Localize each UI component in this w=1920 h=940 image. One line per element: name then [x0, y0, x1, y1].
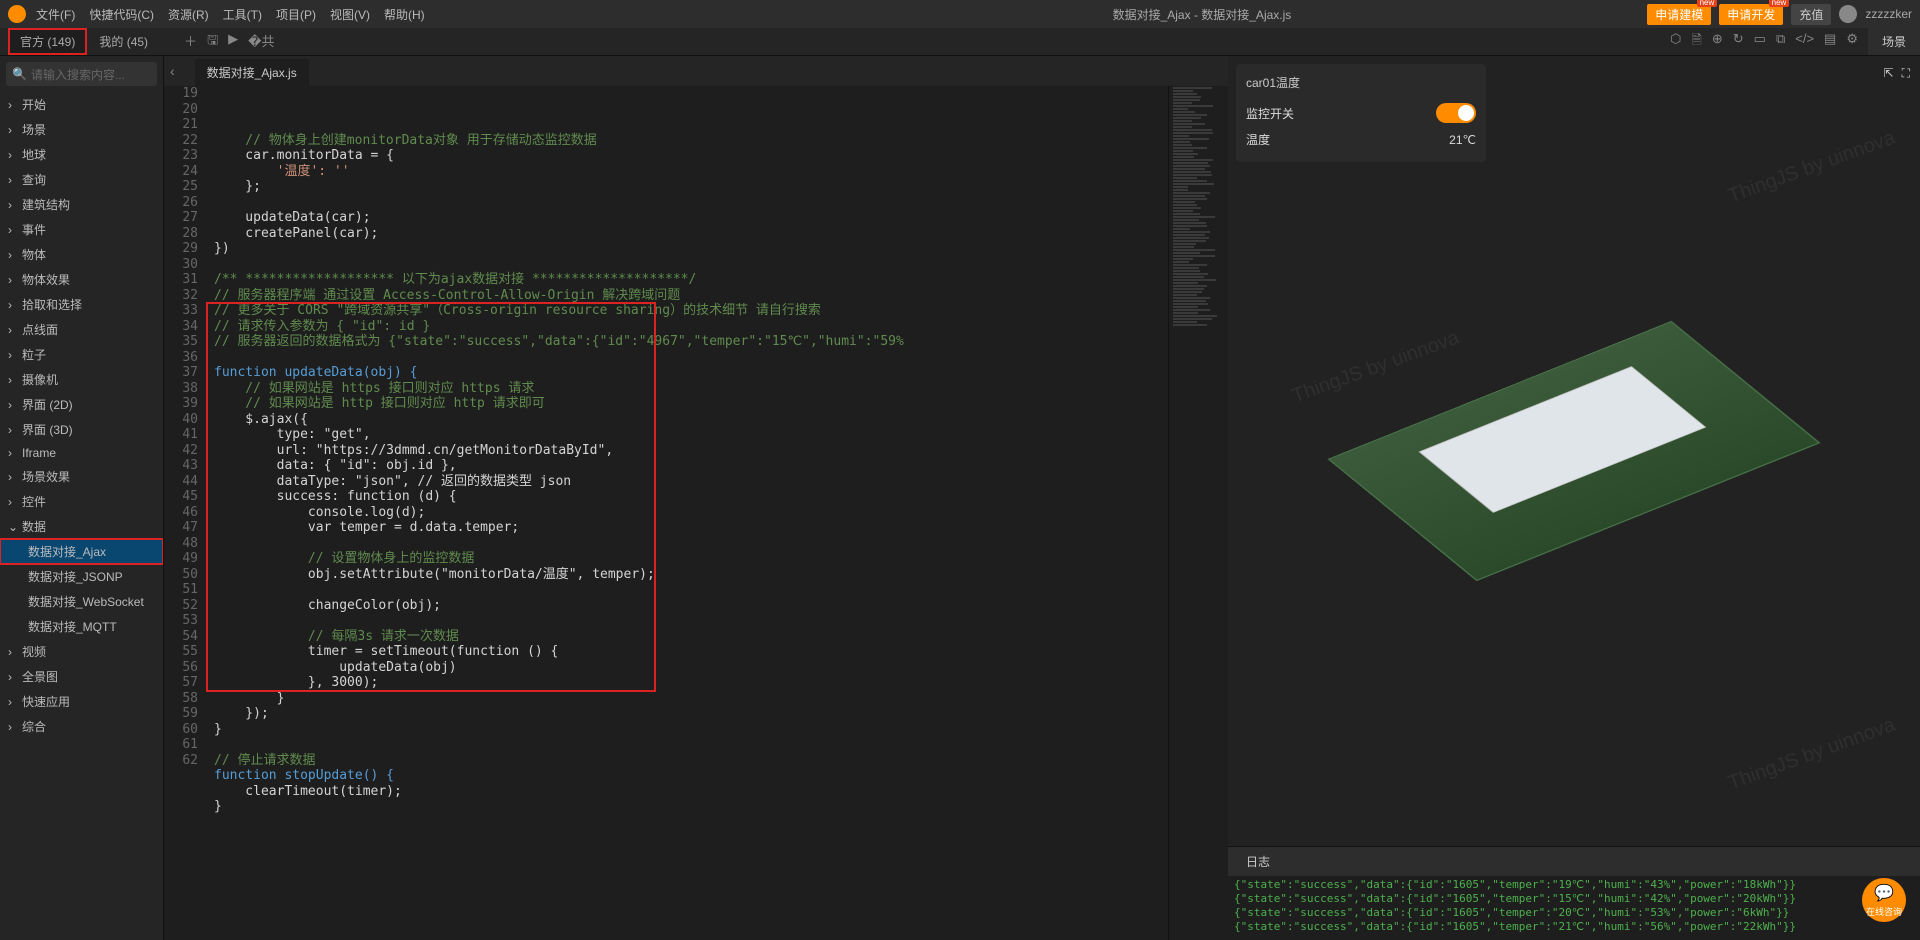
back-icon[interactable]: ‹ — [170, 63, 175, 79]
tree-child-item[interactable]: 数据对接_WebSocket — [0, 589, 163, 614]
log-tab[interactable]: 日志 — [1238, 851, 1278, 872]
sidebar: 🔍 请输入搜索内容... 开始场景地球查询建筑结构事件物体物体效果拾取和选择点线… — [0, 56, 164, 940]
phone-icon[interactable]: ▭ — [1754, 31, 1766, 53]
tree-item[interactable]: 物体效果 — [0, 267, 163, 292]
editor-file-tab[interactable]: 数据对接_Ajax.js — [195, 59, 309, 86]
panel-switch-label: 监控开关 — [1246, 105, 1294, 122]
tree-item[interactable]: 物体 — [0, 242, 163, 267]
tree-item[interactable]: 数据 — [0, 514, 163, 539]
editor-area: ‹ 数据对接_Ajax.js 1920212223242526272829303… — [164, 56, 1228, 940]
cube-icon[interactable]: ⬡ — [1670, 31, 1681, 53]
menu-item[interactable]: 工具(T) — [223, 6, 262, 23]
tree-item[interactable]: 界面 (3D) — [0, 417, 163, 442]
menu-item[interactable]: 快捷代码(C) — [89, 6, 154, 23]
tree[interactable]: 开始场景地球查询建筑结构事件物体物体效果拾取和选择点线面粒子摄像机界面 (2D)… — [0, 92, 163, 940]
tree-item[interactable]: 快速应用 — [0, 689, 163, 714]
menu-item[interactable]: 视图(V) — [330, 6, 370, 23]
watermark: ThingJS by uinnova — [1726, 127, 1899, 209]
tree-item[interactable]: 控件 — [0, 489, 163, 514]
minimap[interactable] — [1168, 86, 1228, 940]
watermark: ThingJS by uinnova — [1289, 327, 1462, 409]
3d-viewport[interactable]: ThingJS by uinnova ThingJS by uinnova Th… — [1228, 56, 1920, 846]
code-lines[interactable]: // 物体身上创建monitorData对象 用于存储动态监控数据 car.mo… — [208, 86, 1168, 940]
share-icon[interactable]: �共 — [248, 31, 274, 53]
search-input[interactable]: 🔍 请输入搜索内容... — [6, 62, 157, 86]
new-badge-icon: new — [1697, 0, 1718, 7]
doc-icon[interactable]: 🗎 — [1691, 31, 1701, 53]
header-right: 数据对接_Ajax - 数据对接_Ajax.js 申请建模new 申请开发new… — [1113, 4, 1912, 25]
apply-model-button[interactable]: 申请建模new — [1647, 4, 1711, 25]
tree-item[interactable]: 建筑结构 — [0, 192, 163, 217]
chat-button[interactable]: 💬在线咨询 — [1862, 878, 1906, 922]
tree-child-item[interactable]: 数据对接_JSONP — [0, 564, 163, 589]
preview-panel: ThingJS by uinnova ThingJS by uinnova Th… — [1228, 56, 1920, 940]
main-area: 🔍 请输入搜索内容... 开始场景地球查询建筑结构事件物体物体效果拾取和选择点线… — [0, 56, 1920, 940]
secondary-bar: 官方 (149) 我的 (45) ＋ 🖫 ▶ �共 ⬡ 🗎 ⊕ ↻ ▭ ⧉ </… — [0, 28, 1920, 56]
tab-mine[interactable]: 我的 (45) — [87, 28, 160, 55]
panel-temp-label: 温度 — [1246, 131, 1270, 148]
monitor-panel: car01温度 监控开关 温度 21℃ — [1236, 64, 1486, 162]
refresh-icon[interactable]: ↻ — [1733, 31, 1744, 53]
tree-item[interactable]: 场景 — [0, 117, 163, 142]
panel-title: car01温度 — [1246, 74, 1476, 91]
panel-icon[interactable]: ▤ — [1824, 31, 1836, 53]
app-logo-icon — [8, 5, 26, 23]
run-icon[interactable]: ▶ — [228, 31, 238, 53]
tree-item[interactable]: 粒子 — [0, 342, 163, 367]
recharge-button[interactable]: 充值 — [1791, 4, 1831, 25]
popout-icon[interactable]: ⇱ — [1884, 66, 1894, 81]
tree-item[interactable]: 场景效果 — [0, 464, 163, 489]
line-gutter: 1920212223242526272829303132333435363738… — [164, 86, 208, 940]
new-badge-icon: new — [1769, 0, 1790, 7]
scene-tab[interactable]: 场景 — [1868, 28, 1920, 55]
tree-item[interactable]: 拾取和选择 — [0, 292, 163, 317]
tree-item[interactable]: Iframe — [0, 442, 163, 464]
code-icon[interactable]: </> — [1795, 31, 1814, 53]
fullscreen-icon[interactable]: ⛶ — [1902, 66, 1910, 81]
tree-item[interactable]: 视频 — [0, 639, 163, 664]
menu-item[interactable]: 资源(R) — [168, 6, 209, 23]
apply-dev-button[interactable]: 申请开发new — [1719, 4, 1783, 25]
log-body[interactable]: {"state":"success","data":{"id":"1605","… — [1228, 876, 1920, 936]
panel-temp-value: 21℃ — [1449, 133, 1476, 147]
menu-item[interactable]: 项目(P) — [276, 6, 316, 23]
tree-item[interactable]: 事件 — [0, 217, 163, 242]
tree-item[interactable]: 开始 — [0, 92, 163, 117]
add-icon[interactable]: ＋ — [184, 31, 197, 53]
tree-item[interactable]: 地球 — [0, 142, 163, 167]
globe-icon[interactable]: ⊕ — [1712, 31, 1723, 53]
config-icon[interactable]: ⚙ — [1846, 31, 1858, 53]
code-editor[interactable]: 1920212223242526272829303132333435363738… — [164, 86, 1228, 940]
tree-item[interactable]: 查询 — [0, 167, 163, 192]
main-menu: 文件(F) 快捷代码(C) 资源(R) 工具(T) 项目(P) 视图(V) 帮助(H) — [36, 6, 425, 23]
monitor-toggle[interactable] — [1436, 103, 1476, 123]
window-icon[interactable]: ⧉ — [1776, 31, 1785, 53]
tree-child-item[interactable]: 数据对接_Ajax — [0, 539, 163, 564]
tree-item[interactable]: 综合 — [0, 714, 163, 739]
menu-item[interactable]: 帮助(H) — [384, 6, 425, 23]
watermark: ThingJS by uinnova — [1726, 714, 1899, 796]
sidebar-tabs: 官方 (149) 我的 (45) — [8, 28, 160, 55]
editor-tabs: ‹ 数据对接_Ajax.js — [164, 56, 1228, 86]
menu-item[interactable]: 文件(F) — [36, 6, 75, 23]
project-name: 数据对接_Ajax - 数据对接_Ajax.js — [1113, 6, 1292, 23]
scene-building — [1419, 366, 1707, 513]
avatar-icon[interactable] — [1839, 5, 1857, 23]
tree-item[interactable]: 全景图 — [0, 664, 163, 689]
tab-official[interactable]: 官方 (149) — [8, 28, 87, 55]
tree-item[interactable]: 点线面 — [0, 317, 163, 342]
tree-item[interactable]: 界面 (2D) — [0, 392, 163, 417]
save-icon[interactable]: 🖫 — [207, 31, 218, 53]
log-panel: 日志 {"state":"success","data":{"id":"1605… — [1228, 846, 1920, 940]
tree-item[interactable]: 摄像机 — [0, 367, 163, 392]
username[interactable]: zzzzzker — [1865, 7, 1912, 21]
tree-child-item[interactable]: 数据对接_MQTT — [0, 614, 163, 639]
menu-bar: 文件(F) 快捷代码(C) 资源(R) 工具(T) 项目(P) 视图(V) 帮助(H) 数据… — [0, 0, 1920, 28]
